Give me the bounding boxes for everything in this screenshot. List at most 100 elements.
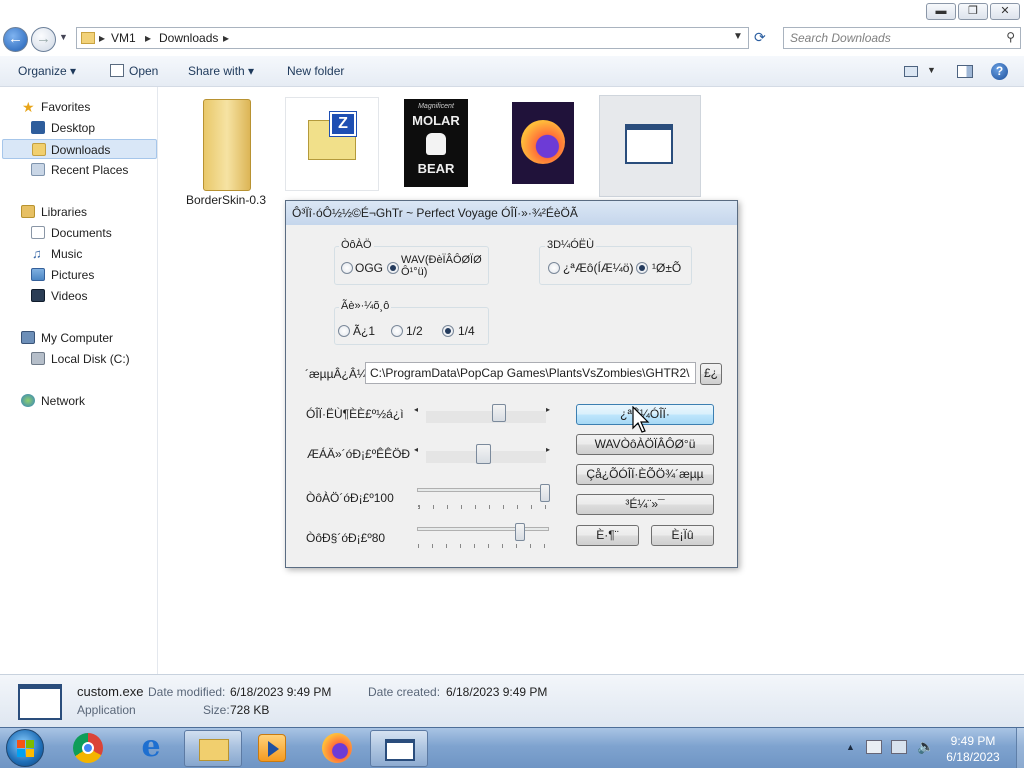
screen-size-thumb[interactable] [476,444,491,464]
nav-local-disk[interactable]: Local Disk (C:) [0,349,158,369]
clear-save-button[interactable]: Çå¿ÕÓÎÏ·ÈÕÖ¾´æµµ [576,464,714,485]
search-input[interactable]: Search Downloads ⚲ [783,27,1021,49]
back-button[interactable]: ← [3,27,28,52]
tick-marks [418,544,550,548]
new-folder-button[interactable]: New folder [287,64,344,78]
taskbar-custom-app-button[interactable] [370,730,428,767]
internet-explorer-icon[interactable]: e [135,732,167,764]
ok-button[interactable]: È·¶¨ [576,525,639,546]
nav-label: Recent Places [51,163,129,177]
folder-icon [81,32,95,44]
radio-3d-on[interactable] [548,262,560,274]
sound-volume-thumb[interactable] [515,523,525,541]
organize-button[interactable]: Organize ▾ [18,64,76,78]
radio-frame-4[interactable] [442,325,454,337]
address-dropdown-icon[interactable]: ▼ [733,31,743,42]
clock-time[interactable]: 9:49 PM [935,734,1011,748]
scroll-left-icon[interactable]: ◂ [414,405,418,414]
firefox-icon[interactable] [322,733,352,763]
application-icon [625,124,673,164]
windows-logo-icon [17,749,25,757]
tooth-icon [426,133,446,155]
nav-videos[interactable]: Videos [0,286,158,306]
radio-frame-4-label[interactable]: 1/4 [458,324,475,338]
scroll-right-icon[interactable]: ▸ [546,405,550,414]
breadcrumb-vm1[interactable]: VM1 [111,31,136,45]
scroll-right-icon[interactable]: ▸ [546,445,550,454]
breadcrumb-separator-icon[interactable]: ▸ [223,31,229,45]
browse-button[interactable]: £¿ [700,363,722,385]
nav-documents[interactable]: Documents [0,223,158,243]
share-with-button[interactable]: Share with ▾ [188,64,254,78]
file-item[interactable]: BorderSkin-0.3 [177,95,275,207]
save-path-input[interactable]: C:\ProgramData\PopCap Games\PlantsVsZomb… [365,362,696,384]
nav-network[interactable]: Network [0,391,158,411]
show-hidden-icons-icon[interactable]: ▲ [846,742,855,752]
nav-downloads[interactable]: Downloads [2,139,157,159]
wav-download-button[interactable]: WAVÒôÀÖÏÂÔØ°ü [576,434,714,455]
recent-pages-icon[interactable]: ▼ [59,32,68,42]
details-size-label: Size: [203,703,230,717]
file-item[interactable]: Magnificent MOLAR BEAR [404,99,468,187]
dialog-title[interactable]: Ô³Ïî·óÔ½½©É¬GhTr ~ Perfect Voyage ÓÎÏ·»·… [286,201,737,225]
file-item[interactable]: Z [285,97,379,191]
breadcrumb-separator-icon: ▸ [145,31,152,45]
view-dropdown-icon[interactable]: ▼ [927,65,936,75]
radio-ogg[interactable] [341,262,353,274]
address-bar[interactable]: ▸ VM1 ▸ Downloads ▸ ▼ [76,27,749,49]
music-volume-track[interactable] [417,488,549,492]
achievements-button[interactable]: ³É¼¨»¯ [576,494,714,515]
nav-recent-places[interactable]: Recent Places [0,160,158,180]
action-center-icon[interactable] [866,740,882,754]
recent-places-icon [31,163,45,176]
sound-volume-track[interactable] [417,527,549,531]
radio-wav[interactable] [387,262,399,274]
nav-favorites[interactable]: ★ Favorites [0,97,158,117]
file-item-selected[interactable] [599,95,701,197]
music-volume-thumb[interactable] [540,484,550,502]
volume-muted-icon[interactable]: 🔈 [917,738,934,755]
refresh-icon[interactable]: ⟳ [754,29,766,46]
scroll-left-icon[interactable]: ◂ [414,445,418,454]
nav-my-computer[interactable]: My Computer [0,328,158,348]
cancel-button[interactable]: È¡Ïû [651,525,714,546]
radio-ogg-label[interactable]: OGG [355,261,383,275]
radio-3d-off-label[interactable]: ¹Ø±Õ [652,261,681,275]
nav-label: Pictures [51,268,95,282]
nav-pictures[interactable]: Pictures [0,265,158,285]
close-button[interactable]: ✕ [990,3,1020,20]
show-desktop-button[interactable] [1016,728,1024,768]
taskbar-explorer-button[interactable] [184,730,242,767]
file-item[interactable] [512,102,574,184]
breadcrumb-downloads[interactable]: Downloads [159,31,218,45]
radio-frame-2[interactable] [391,325,403,337]
nav-label: Desktop [51,121,96,135]
game-speed-scrollbar[interactable] [426,411,546,423]
radio-frame-2-label[interactable]: 1/2 [406,324,423,338]
minimize-button[interactable]: ▬ [926,3,956,20]
maximize-button[interactable]: ❐ [958,3,988,20]
radio-frame-1-label[interactable]: Ã¿1 [353,324,375,338]
radio-3d-off[interactable] [636,262,648,274]
chrome-icon[interactable] [73,733,103,763]
nav-desktop[interactable]: Desktop [0,118,158,138]
mouse-cursor-icon [632,406,650,433]
radio-frame-1[interactable] [338,325,350,337]
help-icon[interactable]: ? [991,63,1008,80]
clock-date[interactable]: 6/18/2023 [935,750,1011,764]
forward-button[interactable]: → [31,27,56,52]
nav-libraries[interactable]: Libraries [0,202,158,222]
molar-bear-word: BEAR [417,161,455,176]
preview-pane-icon[interactable] [957,65,973,78]
game-speed-thumb[interactable] [492,404,506,422]
details-file-name: custom.exe [77,684,144,699]
frame-skip-group-label: Ãè»·¼õ¸ô [339,300,392,312]
view-options-icon[interactable] [904,66,918,77]
radio-wav-label[interactable]: WAV(ÐèÏÂÔØÏØ Ô¹°ü) [401,254,486,278]
nav-music[interactable]: ♫ Music [0,244,158,264]
start-button[interactable] [6,729,44,767]
media-player-icon[interactable] [258,734,286,762]
open-button[interactable]: Open [129,64,158,78]
network-status-icon[interactable] [891,740,907,754]
radio-3d-on-label[interactable]: ¿ªÆô(ÍÆ¼ö) [563,261,633,275]
